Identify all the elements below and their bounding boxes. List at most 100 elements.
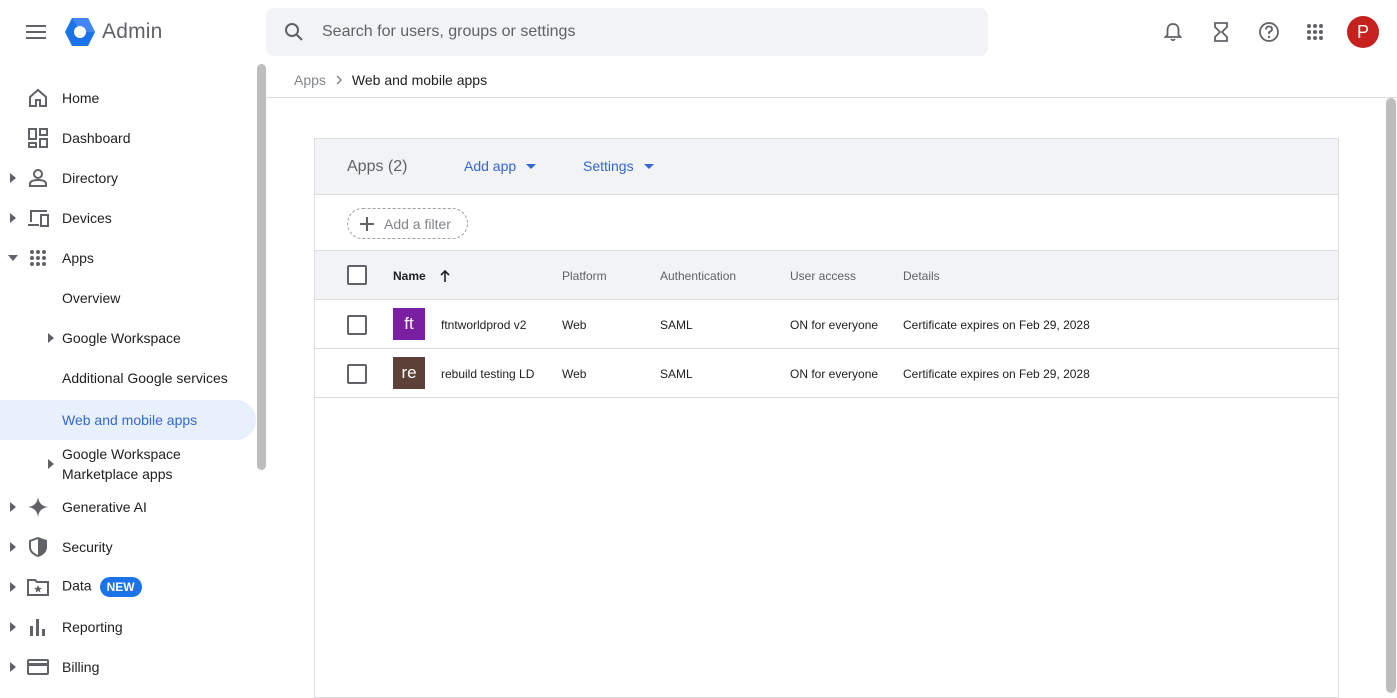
chevron-right-icon — [336, 75, 342, 85]
sidebar-item-label: Home — [62, 90, 100, 106]
expand-caret-icon[interactable] — [8, 501, 18, 513]
column-header-platform[interactable]: Platform — [562, 269, 607, 283]
select-all-checkbox[interactable] — [347, 265, 367, 285]
row-checkbox[interactable] — [347, 364, 367, 384]
collapse-caret-icon[interactable] — [8, 252, 18, 264]
sidebar-item-generative-ai[interactable]: Generative AI — [0, 487, 256, 527]
column-header-label: Name — [393, 269, 426, 283]
add-app-label: Add app — [464, 158, 517, 174]
folder-star-icon — [26, 575, 50, 599]
add-filter-button[interactable]: Add a filter — [347, 208, 468, 239]
expand-caret-icon[interactable] — [8, 621, 18, 633]
expand-caret-icon[interactable] — [8, 212, 18, 224]
bell-icon — [1164, 23, 1182, 42]
sidebar-item-label: Data — [62, 577, 92, 594]
tasks-button[interactable] — [1201, 12, 1241, 52]
apps-card: Apps (2) Add app Settings Add a filter N… — [314, 138, 1339, 698]
sidebar-item-directory[interactable]: Directory — [0, 158, 256, 198]
google-apps-button[interactable] — [1295, 12, 1335, 52]
app-initials-tile: re — [393, 357, 425, 389]
sidebar-item-additional-google-services[interactable]: Additional Google services — [0, 358, 256, 398]
details-cell: Certificate expires on Feb 29, 2028 — [903, 367, 1090, 381]
sidebar-item-label: Security — [62, 539, 113, 555]
user-access-cell: ON for everyone — [790, 318, 879, 332]
search-input[interactable] — [322, 23, 922, 41]
sidebar-item-label: Generative AI — [62, 499, 147, 515]
sidebar-item-label: Devices — [62, 210, 112, 226]
shield-icon — [26, 535, 50, 559]
arrow-up-icon — [440, 270, 450, 282]
sidebar-item-apps[interactable]: Apps — [0, 238, 256, 278]
expand-caret-icon[interactable] — [8, 541, 18, 553]
user-access-cell: ON for everyone — [790, 367, 879, 381]
column-header-authentication[interactable]: Authentication — [660, 269, 736, 283]
table-header: Name Platform Authentication User access… — [315, 251, 1338, 300]
avatar[interactable]: P — [1347, 16, 1379, 48]
breadcrumb-current: Web and mobile apps — [351, 72, 488, 88]
top-bar: Admin P — [0, 0, 1397, 64]
breadcrumb: Apps Web and mobile apps — [294, 72, 487, 88]
main-scrollbar[interactable] — [1386, 98, 1396, 693]
row-checkbox[interactable] — [347, 315, 367, 335]
sidebar-item-dashboard[interactable]: Dashboard — [0, 118, 256, 158]
table-row[interactable]: ft ftntworldprod v2 Web SAML ON for ever… — [315, 300, 1338, 349]
sidebar-item-web-and-mobile-apps[interactable]: Web and mobile apps — [0, 400, 256, 440]
bar-chart-icon — [26, 615, 50, 639]
expand-caret-icon[interactable] — [46, 458, 56, 470]
sidebar-item-marketplace-apps[interactable]: Google Workspace Marketplace apps — [0, 444, 256, 484]
sidebar-scrollbar[interactable] — [257, 64, 266, 470]
app-name-link[interactable]: ftntworldprod v2 — [441, 318, 526, 332]
settings-button[interactable]: Settings — [583, 158, 654, 174]
authentication-cell: SAML — [660, 318, 693, 332]
authentication-cell: SAML — [660, 367, 693, 381]
sidebar-item-billing[interactable]: Billing — [0, 647, 256, 687]
devices-icon — [26, 206, 50, 230]
apps-grid-icon — [1307, 24, 1323, 40]
column-header-name[interactable]: Name — [393, 269, 450, 283]
add-filter-label: Add a filter — [384, 215, 451, 232]
sidebar-item-home[interactable]: Home — [0, 78, 256, 118]
sidebar: Home Dashboard Directory Devices Apps Ov… — [0, 64, 256, 693]
sidebar-item-security[interactable]: Security — [0, 527, 256, 567]
expand-caret-icon[interactable] — [8, 172, 18, 184]
credit-card-icon — [26, 655, 50, 679]
sidebar-item-label: Billing — [62, 659, 100, 675]
apps-count-title: Apps (2) — [347, 158, 408, 175]
sidebar-item-label: Google Workspace Marketplace apps — [62, 446, 181, 482]
app-initials-tile: ft — [393, 308, 425, 340]
column-header-details[interactable]: Details — [903, 269, 940, 283]
platform-cell: Web — [562, 318, 587, 332]
sidebar-item-label: Web and mobile apps — [62, 412, 198, 428]
expand-caret-icon[interactable] — [8, 661, 18, 673]
hourglass-icon — [1214, 22, 1228, 42]
sidebar-item-reporting[interactable]: Reporting — [0, 607, 256, 647]
card-header: Apps (2) Add app Settings — [315, 139, 1338, 195]
app-name-link[interactable]: rebuild testing LD — [441, 367, 534, 381]
table-row[interactable]: re rebuild testing LD Web SAML ON for ev… — [315, 349, 1338, 398]
apps-icon — [26, 246, 50, 270]
search-bar[interactable] — [266, 8, 988, 56]
sidebar-item-devices[interactable]: Devices — [0, 198, 256, 238]
admin-hexagon-icon — [65, 18, 95, 46]
filter-row: Add a filter — [315, 195, 1338, 251]
app-title: Admin — [102, 20, 163, 43]
sidebar-item-google-workspace[interactable]: Google Workspace — [0, 318, 256, 358]
sidebar-item-data[interactable]: Data NEW — [0, 567, 256, 607]
column-header-user-access[interactable]: User access — [790, 269, 856, 283]
admin-logo[interactable]: Admin — [64, 16, 163, 48]
expand-caret-icon[interactable] — [8, 581, 18, 593]
add-app-button[interactable]: Add app — [464, 158, 537, 174]
new-badge: NEW — [99, 577, 142, 597]
hamburger-icon — [26, 25, 46, 39]
notifications-button[interactable] — [1153, 12, 1193, 52]
main-menu-button[interactable] — [20, 16, 52, 48]
sidebar-item-overview[interactable]: Overview — [0, 278, 256, 318]
help-button[interactable] — [1249, 12, 1289, 52]
sidebar-item-label: Directory — [62, 170, 119, 186]
dashboard-icon — [26, 126, 50, 150]
search-icon[interactable] — [266, 8, 322, 56]
breadcrumb-apps-link[interactable]: Apps — [294, 72, 326, 88]
platform-cell: Web — [562, 367, 587, 381]
details-cell: Certificate expires on Feb 29, 2028 — [903, 318, 1090, 332]
expand-caret-icon[interactable] — [46, 332, 56, 344]
